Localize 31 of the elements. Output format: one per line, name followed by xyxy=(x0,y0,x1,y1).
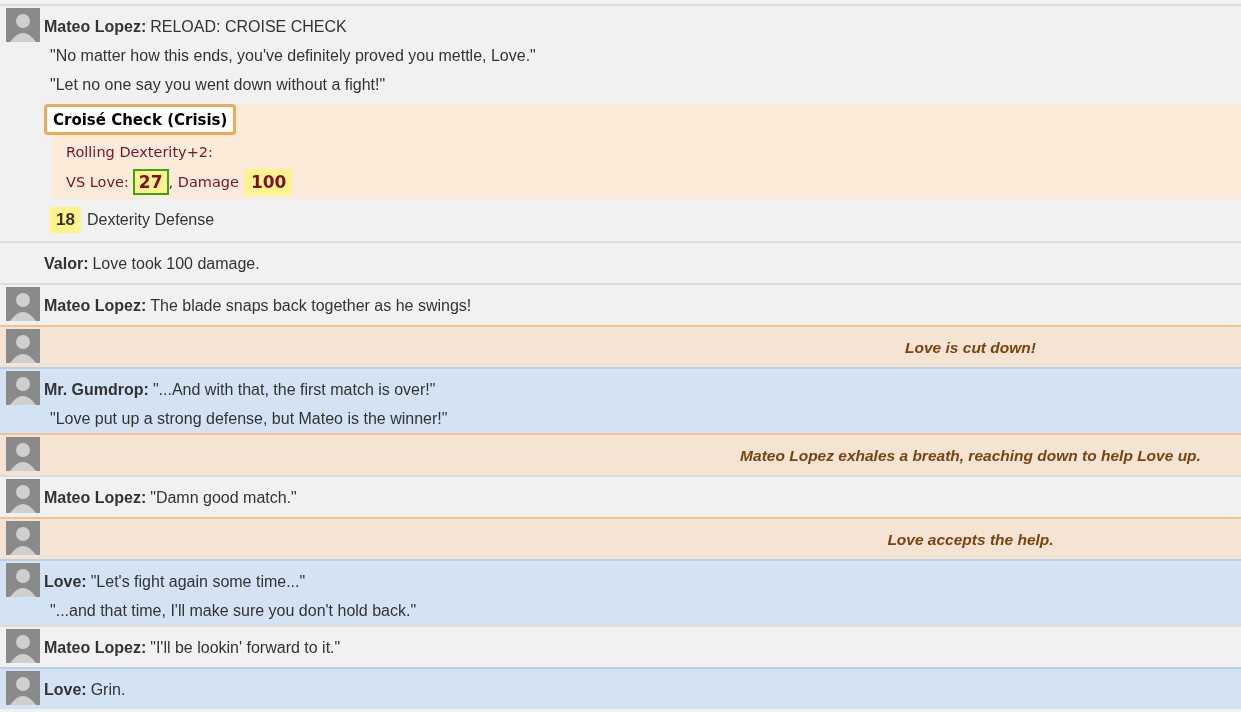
speaker-name: Love: xyxy=(44,681,87,698)
speaker-name: Love: xyxy=(44,573,87,590)
speaker-name: Mr. Gumdrop: xyxy=(44,381,149,398)
message-text: Love took 100 damage. xyxy=(92,255,260,272)
message-text: "Damn good match." xyxy=(150,489,297,506)
vs-label: VS Love: xyxy=(66,173,129,192)
speaker-name: Mateo Lopez: xyxy=(44,489,147,506)
message-text: The blade snaps back together as he swings! xyxy=(150,297,472,314)
speaker-name: Mateo Lopez: xyxy=(44,18,147,35)
message-text: "...and that time, I'll make sure you don't hold back." xyxy=(50,602,417,619)
check-title: Croisé Check (Crisis) xyxy=(44,104,237,135)
message-text: "I'll be lookin' forward to it." xyxy=(150,639,341,656)
message-text: "Love put up a strong defense, but Mateo is the winner!" xyxy=(50,410,448,427)
roll-result: 27 xyxy=(132,169,169,195)
defense-value: 18 xyxy=(50,207,81,233)
action-text: Mateo Lopez exhales a breath, reaching down to help Love up. xyxy=(740,447,1201,464)
message-text: Grin. xyxy=(90,681,126,698)
damage-label: , Damage xyxy=(168,173,239,192)
message-text: RELOAD: CROISE CHECK xyxy=(150,18,347,35)
damage-value: 100 xyxy=(244,169,293,195)
action-text: Love accepts the help. xyxy=(887,531,1054,548)
message-text: "Let no one say you went down without a fight!" xyxy=(50,76,386,93)
speaker-name: Mateo Lopez: xyxy=(44,297,147,314)
message-text: "...And with that, the first match is over!" xyxy=(152,381,436,398)
speaker-name: Mateo Lopez: xyxy=(44,639,147,656)
speaker-name: Valor: xyxy=(44,255,89,272)
roll-text: Rolling Dexterity+2: xyxy=(66,144,213,160)
action-text: Love is cut down! xyxy=(905,339,1036,356)
message-text: "Let's fight again some time..." xyxy=(90,573,306,590)
defense-label: Dexterity Defense xyxy=(86,211,215,229)
message-text: "No matter how this ends, you've definitely proved you mettle, Love." xyxy=(50,47,536,64)
